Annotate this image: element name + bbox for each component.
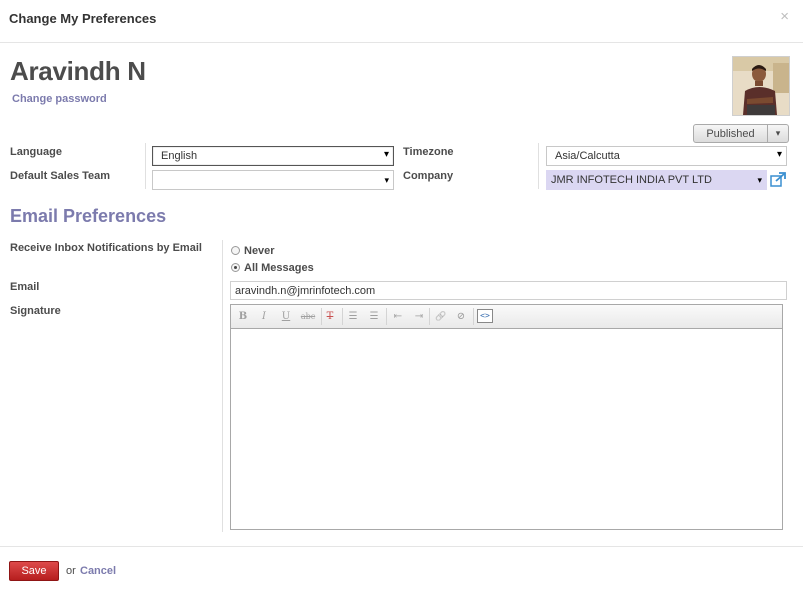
- field-divider: [538, 143, 539, 189]
- strikethrough-icon[interactable]: abc: [298, 310, 318, 324]
- chevron-down-icon: ▾: [383, 149, 389, 160]
- indent-icon[interactable]: ⇥: [411, 310, 427, 324]
- email-label: Email: [10, 281, 40, 293]
- timezone-select[interactable]: Asia/Calcutta ▾: [546, 146, 787, 166]
- toolbar-divider: [473, 308, 474, 325]
- field-divider: [222, 240, 223, 532]
- chevron-down-icon: ▾: [384, 175, 389, 185]
- radio-label-never: Never: [244, 245, 275, 257]
- company-select[interactable]: JMR INFOTECH INDIA PVT LTD ▾: [546, 170, 767, 190]
- language-label: Language: [10, 146, 62, 158]
- signature-textarea[interactable]: [231, 329, 782, 529]
- underline-icon[interactable]: U: [278, 310, 294, 324]
- radio-all-messages[interactable]: [231, 263, 240, 272]
- toolbar-divider: [386, 308, 387, 325]
- radio-option-never[interactable]: Never: [231, 244, 321, 258]
- notifications-label: Receive Inbox Notifications by Email: [10, 242, 202, 254]
- link-icon[interactable]: 🔗: [433, 310, 449, 324]
- radio-label-all-messages: All Messages: [244, 262, 314, 274]
- avatar-image-icon: [733, 57, 789, 115]
- signature-label: Signature: [10, 305, 61, 317]
- remove-format-icon[interactable]: T: [322, 310, 338, 324]
- company-label: Company: [403, 170, 454, 182]
- published-button[interactable]: Published: [693, 124, 768, 143]
- email-preferences-heading: Email Preferences: [10, 206, 167, 226]
- signature-editor: B I U abc T ☰ ☰ ⇤ ⇥ 🔗 ⊘ <>: [230, 304, 783, 530]
- numbered-list-icon[interactable]: ☰: [366, 310, 382, 324]
- or-text: or: [66, 565, 76, 577]
- source-code-icon[interactable]: <>: [477, 309, 493, 323]
- outdent-icon[interactable]: ⇤: [390, 310, 406, 324]
- italic-icon[interactable]: I: [256, 310, 272, 324]
- default-sales-team-label: Default Sales Team: [10, 170, 111, 182]
- radio-option-all-messages[interactable]: All Messages: [231, 261, 331, 275]
- bold-icon[interactable]: B: [235, 310, 251, 324]
- chevron-down-icon: ▾: [775, 128, 781, 138]
- toolbar-divider: [342, 308, 343, 325]
- language-select[interactable]: English ▾: [152, 146, 394, 166]
- chevron-down-icon: ▾: [776, 149, 782, 160]
- timezone-label: Timezone: [403, 146, 454, 158]
- status-dropdown-button[interactable]: ▾: [768, 124, 789, 143]
- unlink-icon[interactable]: ⊘: [453, 310, 469, 324]
- bullet-list-icon[interactable]: ☰: [345, 310, 361, 324]
- status-button-group: Published ▾: [693, 124, 789, 143]
- language-value: English: [161, 150, 198, 162]
- save-button[interactable]: Save: [9, 561, 59, 581]
- external-link-icon[interactable]: [770, 172, 786, 187]
- timezone-value: Asia/Calcutta: [555, 150, 620, 162]
- dialog-title: Change My Preferences: [9, 11, 157, 26]
- radio-never[interactable]: [231, 246, 240, 255]
- user-name: Aravindh N: [10, 56, 146, 86]
- chevron-down-icon: ▾: [757, 175, 762, 185]
- field-divider: [145, 143, 146, 189]
- avatar[interactable]: [732, 56, 790, 116]
- default-sales-team-select[interactable]: ▾: [152, 170, 394, 190]
- close-icon[interactable]: ×: [780, 8, 789, 25]
- email-field[interactable]: [230, 281, 787, 300]
- editor-toolbar: B I U abc T ☰ ☰ ⇤ ⇥ 🔗 ⊘ <>: [231, 305, 782, 329]
- change-password-link[interactable]: Change password: [12, 93, 107, 105]
- cancel-link[interactable]: Cancel: [80, 565, 116, 577]
- footer-divider: [0, 546, 803, 547]
- company-value: JMR INFOTECH INDIA PVT LTD: [551, 174, 712, 186]
- toolbar-divider: [429, 308, 430, 325]
